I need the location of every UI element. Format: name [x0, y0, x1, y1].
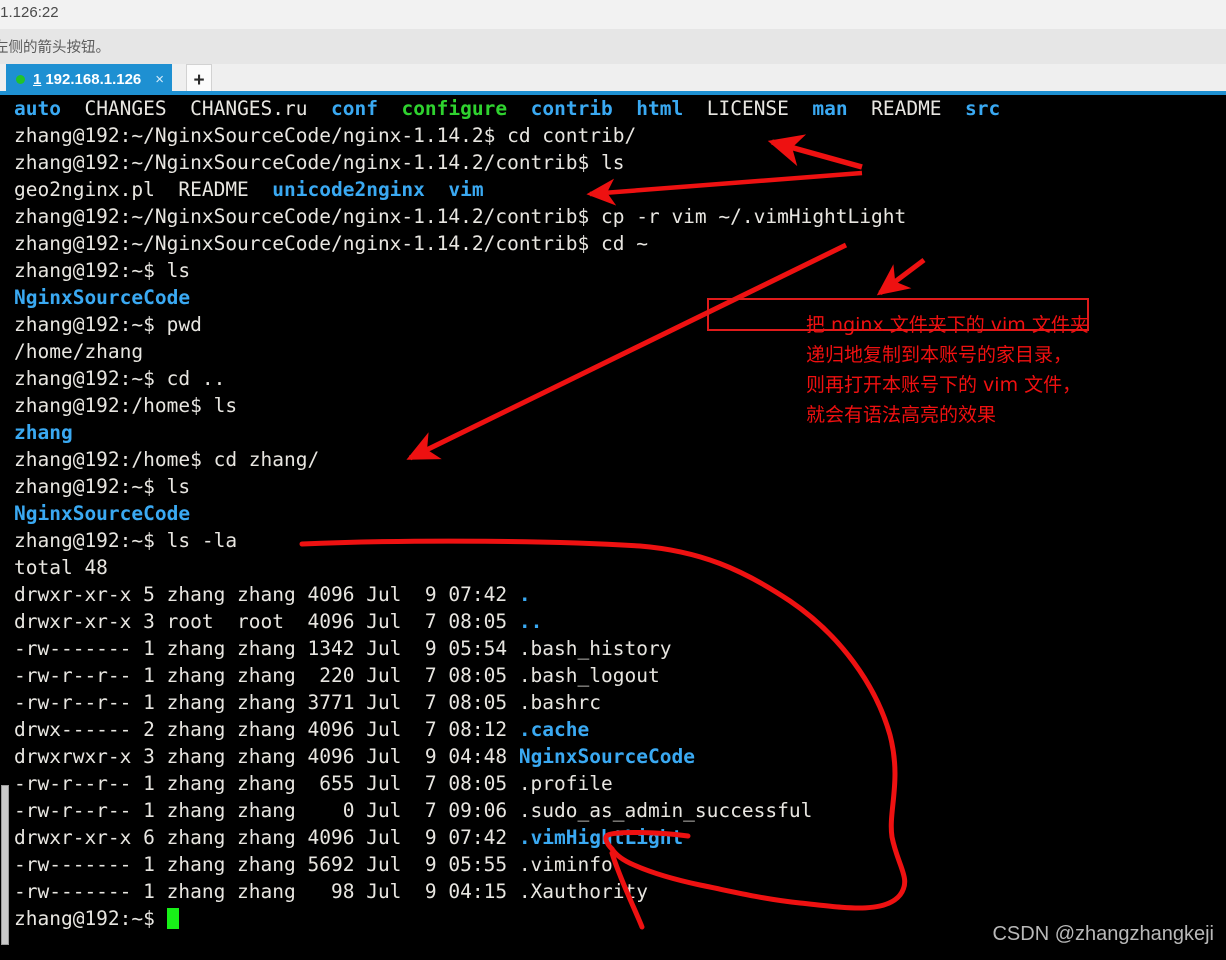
connection-status-dot-icon: [16, 75, 25, 84]
terminal-scrollbar[interactable]: [0, 95, 10, 960]
terminal-text-segment: zhang@192:/home$ ls: [14, 394, 238, 417]
terminal-line: total 48: [14, 554, 1000, 581]
terminal-line: zhang@192:/home$ cd zhang/: [14, 446, 1000, 473]
terminal-line: geo2nginx.pl README unicode2nginx vim: [14, 176, 1000, 203]
terminal-line: drwxrwxr-x 3 zhang zhang 4096 Jul 9 04:4…: [14, 743, 1000, 770]
terminal-text-segment: zhang@192:/home$ cd zhang/: [14, 448, 320, 471]
terminal-text-segment: unicode2nginx: [272, 178, 425, 201]
tab-strip: 1 192.168.1.126 × +: [0, 64, 1226, 95]
terminal-text-segment: geo2nginx.pl README: [14, 178, 273, 201]
terminal-line: -rw-r--r-- 1 zhang zhang 220 Jul 7 08:05…: [14, 662, 1000, 689]
terminal-text-segment: man: [812, 97, 848, 120]
terminal-text-segment: -rw------- 1 zhang zhang 1342 Jul 9 05:5…: [14, 637, 672, 660]
terminal-text-segment: drwxr-xr-x 6 zhang zhang 4096 Jul 9 07:4…: [14, 826, 519, 849]
terminal-line: drwxr-xr-x 6 zhang zhang 4096 Jul 9 07:4…: [14, 824, 1000, 851]
terminal-text-segment: zhang@192:~$ ls: [14, 259, 191, 282]
terminal-text-segment: zhang@192:~/NginxSourceCode/nginx-1.14.2…: [14, 124, 637, 147]
terminal-text-segment: ..: [518, 610, 543, 633]
terminal-line: zhang@192:~/NginxSourceCode/nginx-1.14.2…: [14, 203, 1000, 230]
terminal-text-segment: NginxSourceCode: [14, 502, 191, 525]
terminal-line: drwxr-xr-x 3 root root 4096 Jul 7 08:05 …: [14, 608, 1000, 635]
terminal-text-segment: html: [636, 97, 684, 120]
terminal-text-segment: zhang@192:~/NginxSourceCode/nginx-1.14.2…: [14, 232, 648, 255]
hint-bar-text: 左侧的箭头按钮。: [0, 40, 110, 56]
terminal-line: zhang@192:~$ ls -la: [14, 527, 1000, 554]
terminal-text-segment: .cache: [518, 718, 590, 741]
terminal-text-segment: zhang: [14, 421, 73, 444]
terminal-line: drwx------ 2 zhang zhang 4096 Jul 7 08:1…: [14, 716, 1000, 743]
terminal-line: -rw------- 1 zhang zhang 1342 Jul 9 05:5…: [14, 635, 1000, 662]
terminal-line: zhang@192:~/NginxSourceCode/nginx-1.14.2…: [14, 122, 1000, 149]
terminal-line: -rw-r--r-- 1 zhang zhang 655 Jul 7 08:05…: [14, 770, 1000, 797]
terminal-text-segment: src: [965, 97, 1001, 120]
terminal-line: auto CHANGES CHANGES.ru conf configure c…: [14, 95, 1000, 122]
terminal-text-segment: -rw-r--r-- 1 zhang zhang 655 Jul 7 08:05…: [14, 772, 613, 795]
terminal-line: drwxr-xr-x 5 zhang zhang 4096 Jul 9 07:4…: [14, 581, 1000, 608]
terminal-text-segment: zhang@192:~$ ls -la: [14, 529, 238, 552]
scrollbar-up-arrow-icon[interactable]: [0, 95, 10, 105]
terminal-text-segment: drwx------ 2 zhang zhang 4096 Jul 7 08:1…: [14, 718, 519, 741]
terminal-line: -rw------- 1 zhang zhang 98 Jul 9 04:15 …: [14, 878, 1000, 905]
terminal-text-segment: /home/zhang: [14, 340, 144, 363]
terminal-text-segment: -rw------- 1 zhang zhang 98 Jul 9 04:15 …: [14, 880, 648, 903]
terminal-text-segment: .vimHightLight: [518, 826, 684, 849]
close-icon[interactable]: ×: [155, 72, 164, 87]
terminal-line: -rw------- 1 zhang zhang 5692 Jul 9 05:5…: [14, 851, 1000, 878]
watermark-label: CSDN @zhangzhangkeji: [992, 923, 1214, 945]
terminal-text-segment: -rw------- 1 zhang zhang 5692 Jul 9 05:5…: [14, 853, 613, 876]
terminal-line: zhang@192:~/NginxSourceCode/nginx-1.14.2…: [14, 230, 1000, 257]
terminal-text-segment: zhang@192:~$: [14, 907, 167, 930]
terminal-line: -rw-r--r-- 1 zhang zhang 0 Jul 7 09:06 .…: [14, 797, 1000, 824]
terminal-text-segment: contrib: [530, 97, 613, 120]
terminal-text-segment: vim: [448, 178, 484, 201]
terminal-text-segment: NginxSourceCode: [518, 745, 695, 768]
tab-title-label: 192.168.1.126: [45, 71, 142, 88]
terminal-line: zhang@192:~/NginxSourceCode/nginx-1.14.2…: [14, 149, 1000, 176]
terminal-text-segment: auto: [14, 97, 61, 120]
annotation-note-line: 就会有语法高亮的效果: [806, 404, 997, 426]
tab-index-label: 1: [33, 71, 42, 88]
terminal-text-segment: zhang@192:~/NginxSourceCode/nginx-1.14.2…: [14, 151, 625, 174]
terminal-output: auto CHANGES CHANGES.ru conf configure c…: [14, 95, 1000, 932]
terminal-text-segment: -rw-r--r-- 1 zhang zhang 3771 Jul 7 08:0…: [14, 691, 601, 714]
terminal-text-segment: zhang@192:~/NginxSourceCode/nginx-1.14.2…: [14, 205, 907, 228]
terminal-text-segment: NginxSourceCode: [14, 286, 191, 309]
terminal-line: NginxSourceCode: [14, 500, 1000, 527]
window-title-bar: .1.126:22: [0, 0, 1226, 30]
annotation-note-line: 把 nginx 文件夹下的 vim 文件夹: [806, 314, 1089, 336]
terminal-text-segment: total 48: [14, 556, 108, 579]
terminal-view[interactable]: auto CHANGES CHANGES.ru conf configure c…: [0, 95, 1226, 960]
terminal-text-segment: drwxr-xr-x 5 zhang zhang 4096 Jul 9 07:4…: [14, 583, 519, 606]
window-title-text: .1.126:22: [0, 4, 59, 21]
annotation-note-line: 则再打开本账号下的 vim 文件，: [806, 374, 1082, 396]
terminal-text-segment: .: [518, 583, 531, 606]
terminal-text-segment: LICENSE: [683, 97, 813, 120]
annotation-note: 把 nginx 文件夹下的 vim 文件夹 递归地复制到本账号的家目录， 则再打开本…: [806, 310, 1089, 430]
terminal-text-segment: configure: [401, 97, 508, 120]
terminal-text-segment: drwxrwxr-x 3 zhang zhang 4096 Jul 9 04:4…: [14, 745, 519, 768]
terminal-text-segment: CHANGES CHANGES.ru: [60, 97, 331, 120]
terminal-text-segment: zhang@192:~$ pwd: [14, 313, 202, 336]
terminal-text-segment: -rw-r--r-- 1 zhang zhang 0 Jul 7 09:06 .…: [14, 799, 813, 822]
screenshot-root: .1.126:22 左侧的箭头按钮。 1 192.168.1.126 × + a…: [0, 0, 1226, 960]
terminal-text-segment: -rw-r--r-- 1 zhang zhang 220 Jul 7 08:05…: [14, 664, 660, 687]
terminal-line: zhang@192:~$ ls: [14, 257, 1000, 284]
annotation-note-line: 递归地复制到本账号的家目录，: [806, 344, 1073, 366]
terminal-line: -rw-r--r-- 1 zhang zhang 3771 Jul 7 08:0…: [14, 689, 1000, 716]
terminal-line: zhang@192:~$: [14, 905, 1000, 932]
terminal-text-segment: drwxr-xr-x 3 root root 4096 Jul 7 08:05: [14, 610, 519, 633]
scrollbar-thumb[interactable]: [1, 785, 9, 945]
terminal-cursor: [166, 908, 179, 929]
terminal-line: zhang@192:~$ ls: [14, 473, 1000, 500]
terminal-text-segment: zhang@192:~$ cd ..: [14, 367, 226, 390]
terminal-text-segment: conf: [331, 97, 378, 120]
terminal-text-segment: zhang@192:~$ ls: [14, 475, 191, 498]
hint-bar: 左侧的箭头按钮。: [0, 29, 1226, 64]
terminal-text-segment: README: [847, 97, 966, 120]
